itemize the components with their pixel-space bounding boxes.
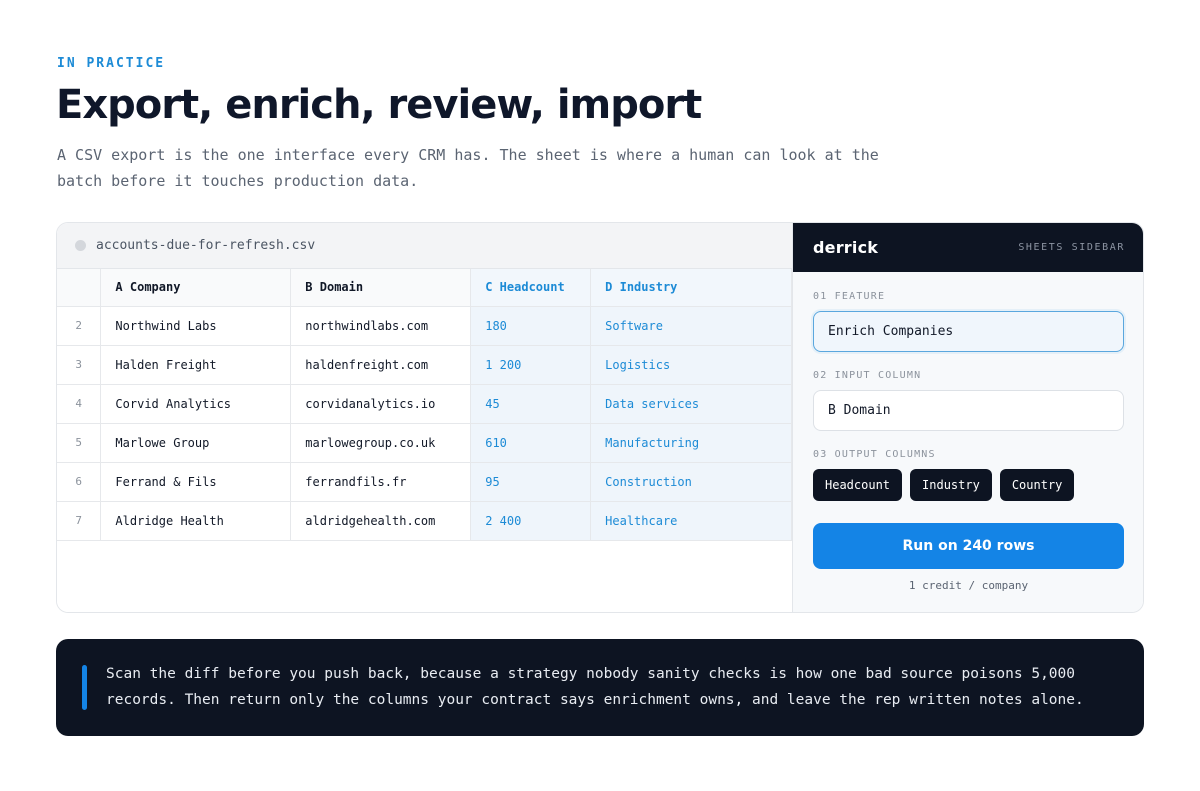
cell-industry[interactable]: Logistics [590, 345, 792, 385]
header-row: A Company B Domain C Headcount D Industr… [57, 269, 792, 307]
output-columns: Headcount Industry Country [813, 469, 1075, 501]
sheet-title-bar: accounts-due-for-refresh.csv [57, 223, 792, 269]
cell-company[interactable]: Corvid Analytics [100, 384, 292, 424]
section-eyebrow: IN PRACTICE [57, 56, 166, 71]
cell-headcount[interactable]: 1 200 [470, 345, 592, 385]
run-button[interactable]: Run on 240 rows [813, 523, 1124, 569]
feature-label: 01 FEATURE [813, 291, 886, 302]
cell-headcount[interactable]: 2 400 [470, 501, 592, 541]
row-number: 6 [57, 462, 102, 502]
brand-logo: derrick [813, 238, 879, 257]
row-number: 3 [57, 345, 102, 385]
cell-industry[interactable]: Data services [590, 384, 792, 424]
cell-company[interactable]: Marlowe Group [100, 423, 292, 463]
input-column-select[interactable]: B Domain [813, 390, 1124, 431]
cell-domain[interactable]: marlowegroup.co.uk [290, 423, 472, 463]
row-number: 5 [57, 423, 102, 463]
cell-headcount[interactable]: 610 [470, 423, 592, 463]
column-header-domain[interactable]: B Domain [290, 269, 472, 307]
data-table: A Company B Domain C Headcount D Industr… [57, 269, 792, 541]
sheet-filename: accounts-due-for-refresh.csv [96, 238, 316, 253]
sheet-panel: accounts-due-for-refresh.csv A Company B… [56, 222, 1144, 613]
output-chip-headcount[interactable]: Headcount [813, 469, 903, 501]
table-row: 3 Halden Freight haldenfreight.com 1 200… [57, 345, 792, 385]
column-header-company[interactable]: A Company [100, 269, 292, 307]
cell-industry[interactable]: Construction [590, 462, 792, 502]
table-row: 4 Corvid Analytics corvidanalytics.io 45… [57, 384, 792, 424]
cell-domain[interactable]: aldridgehealth.com [290, 501, 472, 541]
cell-industry[interactable]: Software [590, 306, 792, 346]
table-row: 2 Northwind Labs northwindlabs.com 180 S… [57, 306, 792, 346]
callout-accent-bar [82, 665, 87, 710]
output-chip-industry[interactable]: Industry [910, 469, 992, 501]
table-row: 5 Marlowe Group marlowegroup.co.uk 610 M… [57, 423, 792, 463]
cell-headcount[interactable]: 180 [470, 306, 592, 346]
file-dot-icon [75, 240, 86, 251]
page-intro: A CSV export is the one interface every … [57, 146, 879, 190]
feature-select[interactable]: Enrich Companies [813, 311, 1124, 352]
input-column-label: 02 INPUT COLUMN [813, 370, 922, 381]
cell-company[interactable]: Northwind Labs [100, 306, 292, 346]
sidebar-tag: SHEETS SIDEBAR [1018, 242, 1125, 253]
sidebar-header: derrick SHEETS SIDEBAR [793, 223, 1143, 272]
credit-note: 1 credit / company [908, 579, 1029, 592]
cell-industry[interactable]: Manufacturing [590, 423, 792, 463]
cell-company[interactable]: Ferrand & Fils [100, 462, 292, 502]
row-number-header [57, 269, 102, 307]
spreadsheet: accounts-due-for-refresh.csv A Company B… [57, 223, 792, 612]
sheets-sidebar: derrick SHEETS SIDEBAR 01 FEATURE Enrich… [792, 223, 1143, 612]
output-chip-country[interactable]: Country [999, 469, 1075, 501]
cell-headcount[interactable]: 95 [470, 462, 592, 502]
row-number: 2 [57, 306, 102, 346]
cell-domain[interactable]: haldenfreight.com [290, 345, 472, 385]
cell-headcount[interactable]: 45 [470, 384, 592, 424]
cell-company[interactable]: Aldridge Health [100, 501, 292, 541]
callout-box: Scan the diff before you push back, beca… [56, 639, 1144, 736]
callout-text: Scan the diff before you push back, beca… [106, 666, 1084, 708]
column-header-industry[interactable]: D Industry [590, 269, 792, 307]
row-number: 7 [57, 501, 102, 541]
page-title: Export, enrich, review, import [56, 82, 702, 128]
column-header-headcount[interactable]: C Headcount [470, 269, 592, 307]
cell-domain[interactable]: corvidanalytics.io [290, 384, 472, 424]
table-row: 7 Aldridge Health aldridgehealth.com 2 4… [57, 501, 792, 541]
cell-industry[interactable]: Healthcare [590, 501, 792, 541]
cell-company[interactable]: Halden Freight [100, 345, 292, 385]
row-number: 4 [57, 384, 102, 424]
output-columns-label: 03 OUTPUT COLUMNS [813, 449, 936, 460]
table-row: 6 Ferrand & Fils ferrandfils.fr 95 Const… [57, 462, 792, 502]
cell-domain[interactable]: ferrandfils.fr [290, 462, 472, 502]
cell-domain[interactable]: northwindlabs.com [290, 306, 472, 346]
